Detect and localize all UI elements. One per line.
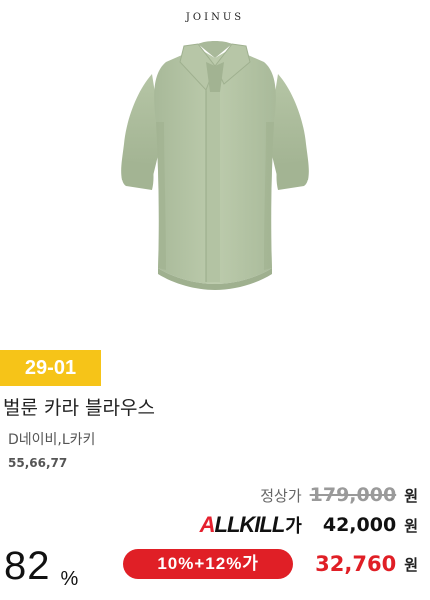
brand-logo: JOINUS	[185, 12, 245, 23]
allkill-logo-a: A	[199, 512, 216, 537]
discount-percent: 82 %	[4, 544, 79, 590]
discount-badge: 10%+12%가	[123, 549, 294, 579]
product-code-badge: 29-01	[0, 350, 101, 386]
currency-unit: 원	[404, 516, 418, 535]
product-image[interactable]	[106, 32, 324, 294]
final-price-row: 10%+12%가 32,760 원	[123, 549, 418, 579]
currency-unit: 원	[404, 486, 418, 505]
product-name[interactable]: 벌룬 카라 블라우스	[3, 393, 155, 420]
allkill-logo: A LLKILL 가	[199, 512, 302, 538]
allkill-logo-ga: 가	[285, 516, 302, 536]
regular-price-row: 정상가 179,000 원	[260, 484, 418, 506]
currency-unit: 원	[404, 555, 418, 574]
allkill-price-row: A LLKILL 가 42,000 원	[200, 512, 418, 538]
size-options: 55,66,77	[8, 456, 68, 470]
discount-percent-value: 82	[4, 544, 51, 588]
percent-sign: %	[60, 568, 79, 590]
final-price: 32,760	[315, 552, 397, 576]
color-options: D네이비,L카키	[8, 432, 96, 448]
regular-price-label: 정상가	[260, 486, 302, 505]
regular-price: 179,000	[309, 484, 397, 506]
allkill-logo-text: LLKILL	[214, 512, 286, 537]
allkill-price: 42,000	[322, 514, 397, 536]
product-card[interactable]: JOINUS 29-01 벌룬 카라 블라우스 D네이비,L카키 55,66,7…	[0, 0, 430, 600]
